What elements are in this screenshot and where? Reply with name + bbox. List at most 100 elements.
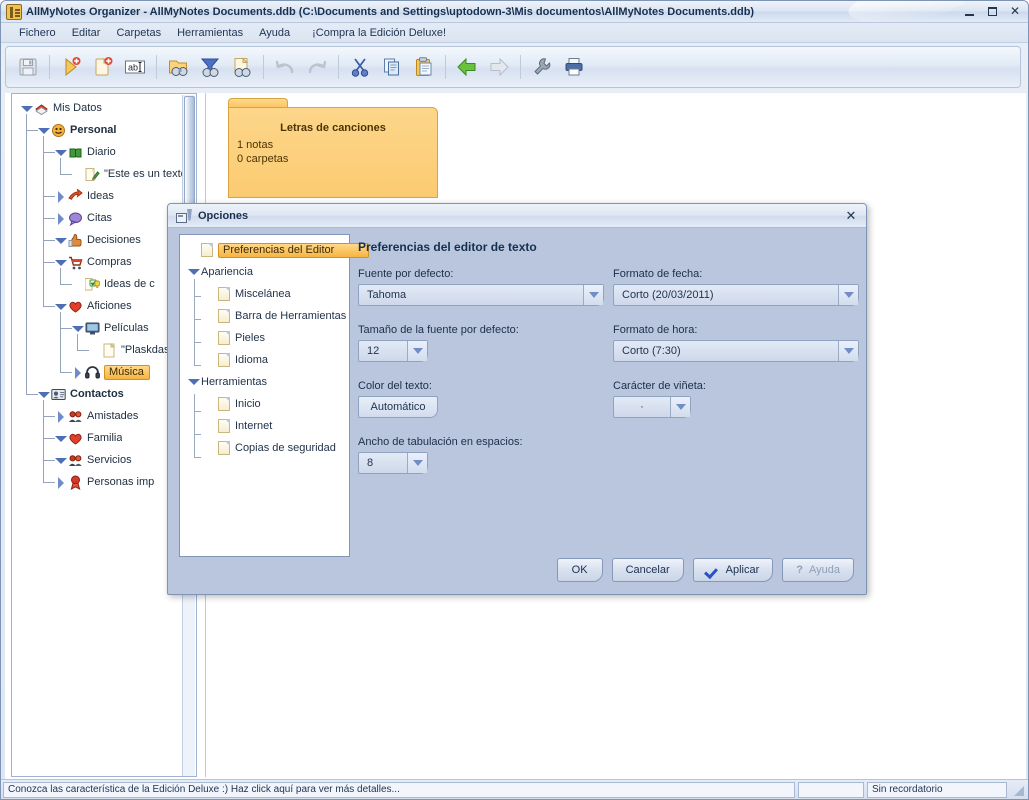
apply-button[interactable]: Aplicar [692, 558, 774, 582]
default-font-combo[interactable]: Tahoma [358, 284, 604, 306]
tree-item-familia[interactable]: Familia [12, 427, 182, 449]
default-size-combo[interactable]: 12 [358, 340, 428, 362]
find-note-icon[interactable] [226, 50, 258, 84]
find-folder-icon[interactable] [162, 50, 194, 84]
nav-item-pieles[interactable]: Pieles [180, 327, 349, 349]
new-folder-icon[interactable] [87, 50, 119, 84]
nav-item-idioma[interactable]: Idioma [180, 349, 349, 371]
twisty-collapsed-icon[interactable] [71, 366, 84, 379]
paste-icon[interactable] [408, 50, 440, 84]
tree-item-plaskdasd[interactable]: "Plaskdasd" [12, 339, 182, 361]
print-icon[interactable] [558, 50, 590, 84]
twisty-expanded-icon[interactable] [37, 388, 50, 401]
tree-item-servicios[interactable]: Servicios [12, 449, 182, 471]
tree-connector [43, 482, 55, 483]
nav-item-internet[interactable]: Internet [180, 415, 349, 437]
tree-item-mis-datos[interactable]: Mis Datos [12, 97, 182, 119]
page-icon [201, 243, 213, 257]
status-message[interactable]: Conozca las característica de la Edición… [3, 781, 795, 798]
menu-item-herramientas[interactable]: Herramientas [169, 25, 251, 41]
twisty-collapsed-icon[interactable] [54, 410, 67, 423]
nav-item-miscel-nea[interactable]: Miscelánea [180, 283, 349, 305]
tree-item-label: Diario [87, 146, 116, 158]
chevron-down-icon[interactable] [407, 453, 427, 473]
chevron-down-icon[interactable] [838, 341, 858, 361]
twisty-expanded-icon[interactable] [187, 265, 201, 279]
tree-item-ideas[interactable]: Ideas [12, 185, 182, 207]
menu-item-editar[interactable]: Editar [64, 25, 109, 41]
bullet-char-combo[interactable]: · [613, 396, 691, 418]
tree-item-pel-culas[interactable]: Películas [12, 317, 182, 339]
tree-item-aficiones[interactable]: Aficiones [12, 295, 182, 317]
twisty-expanded-icon[interactable] [54, 234, 67, 247]
save-icon[interactable] [12, 50, 44, 84]
status-reminder[interactable]: Sin recordatorio [867, 781, 1007, 798]
page-icon [218, 441, 230, 455]
twisty-expanded-icon[interactable] [54, 432, 67, 445]
twisty-expanded-icon[interactable] [54, 146, 67, 159]
close-icon[interactable]: ✕ [1008, 3, 1022, 19]
tree-connector [26, 114, 27, 394]
menu-item-carpetas[interactable]: Carpetas [108, 25, 169, 41]
menu-item-compra-deluxe[interactable]: ¡Compra la Edición Deluxe! [304, 25, 454, 41]
tree-item-ideas-de-c[interactable]: Ideas de c [12, 273, 182, 295]
cut-icon[interactable] [344, 50, 376, 84]
twisty-expanded-icon[interactable] [54, 300, 67, 313]
folder-card-body: Letras de canciones 1 notas 0 carpetas [228, 107, 438, 198]
twisty-collapsed-icon[interactable] [54, 476, 67, 489]
nav-item-apariencia[interactable]: Apariencia [180, 261, 349, 283]
chevron-down-icon[interactable] [838, 285, 858, 305]
nav-item-barra-de-herramientas[interactable]: Barra de Herramientas [180, 305, 349, 327]
twisty-expanded-icon[interactable] [187, 375, 201, 389]
twisty-none [88, 344, 101, 357]
rename-icon[interactable]: ab [119, 50, 151, 84]
maximize-icon[interactable] [985, 3, 999, 19]
nav-item-copias-de-seguridad[interactable]: Copias de seguridad [180, 437, 349, 459]
date-format-combo[interactable]: Corto (20/03/2011) [613, 284, 859, 306]
dialog-close-icon[interactable]: ✕ [838, 205, 864, 226]
tree-item-decisiones[interactable]: Decisiones [12, 229, 182, 251]
filter-icon[interactable] [194, 50, 226, 84]
folder-card[interactable]: Letras de canciones 1 notas 0 carpetas [228, 98, 438, 198]
chevron-down-icon[interactable] [407, 341, 427, 361]
twisty-expanded-icon[interactable] [54, 454, 67, 467]
toolbar-separator [49, 55, 50, 79]
twisty-expanded-icon[interactable] [37, 124, 50, 137]
twisty-expanded-icon[interactable] [20, 102, 33, 115]
cancel-button[interactable]: Cancelar [611, 558, 684, 582]
text-color-button[interactable]: Automático [358, 396, 438, 418]
new-note-icon[interactable] [55, 50, 87, 84]
tree-item-personas-imp[interactable]: Personas imp [12, 471, 182, 493]
tab-width-combo[interactable]: 8 [358, 452, 428, 474]
tree-item-diario[interactable]: Diario [12, 141, 182, 163]
tree-item-este-es-un-texto-de[interactable]: "Este es un texto de [12, 163, 182, 185]
chevron-down-icon[interactable] [583, 285, 603, 305]
back-icon[interactable] [451, 50, 483, 84]
tree-item-compras[interactable]: Compras [12, 251, 182, 273]
books-icon [35, 103, 48, 115]
resize-grip-icon[interactable] [1010, 782, 1026, 798]
twisty-collapsed-icon[interactable] [54, 190, 67, 203]
minimize-icon[interactable] [962, 3, 976, 19]
twisty-none [187, 243, 201, 257]
tree-item-citas[interactable]: Citas [12, 207, 182, 229]
tree-item-amistades[interactable]: Amistades [12, 405, 182, 427]
nav-item-herramientas[interactable]: Herramientas [180, 371, 349, 393]
nav-item-inicio[interactable]: Inicio [180, 393, 349, 415]
twisty-expanded-icon[interactable] [54, 256, 67, 269]
window-title: AllMyNotes Organizer - AllMyNotes Docume… [26, 5, 755, 18]
tree-item-m-sica[interactable]: Música [12, 361, 182, 383]
help-button[interactable]: ? Ayuda [782, 558, 854, 582]
ok-button[interactable]: OK [556, 558, 603, 582]
twisty-none [204, 353, 218, 367]
nav-item-preferencias-del-editor[interactable]: Preferencias del Editor [180, 239, 370, 261]
time-format-combo[interactable]: Corto (7:30) [613, 340, 859, 362]
twisty-expanded-icon[interactable] [71, 322, 84, 335]
chevron-down-icon[interactable] [670, 397, 690, 417]
tree-connector [43, 460, 55, 461]
twisty-collapsed-icon[interactable] [54, 212, 67, 225]
menu-item-fichero[interactable]: Fichero [11, 25, 64, 41]
menu-item-ayuda[interactable]: Ayuda [251, 25, 298, 41]
settings-wrench-icon[interactable] [526, 50, 558, 84]
copy-icon[interactable] [376, 50, 408, 84]
